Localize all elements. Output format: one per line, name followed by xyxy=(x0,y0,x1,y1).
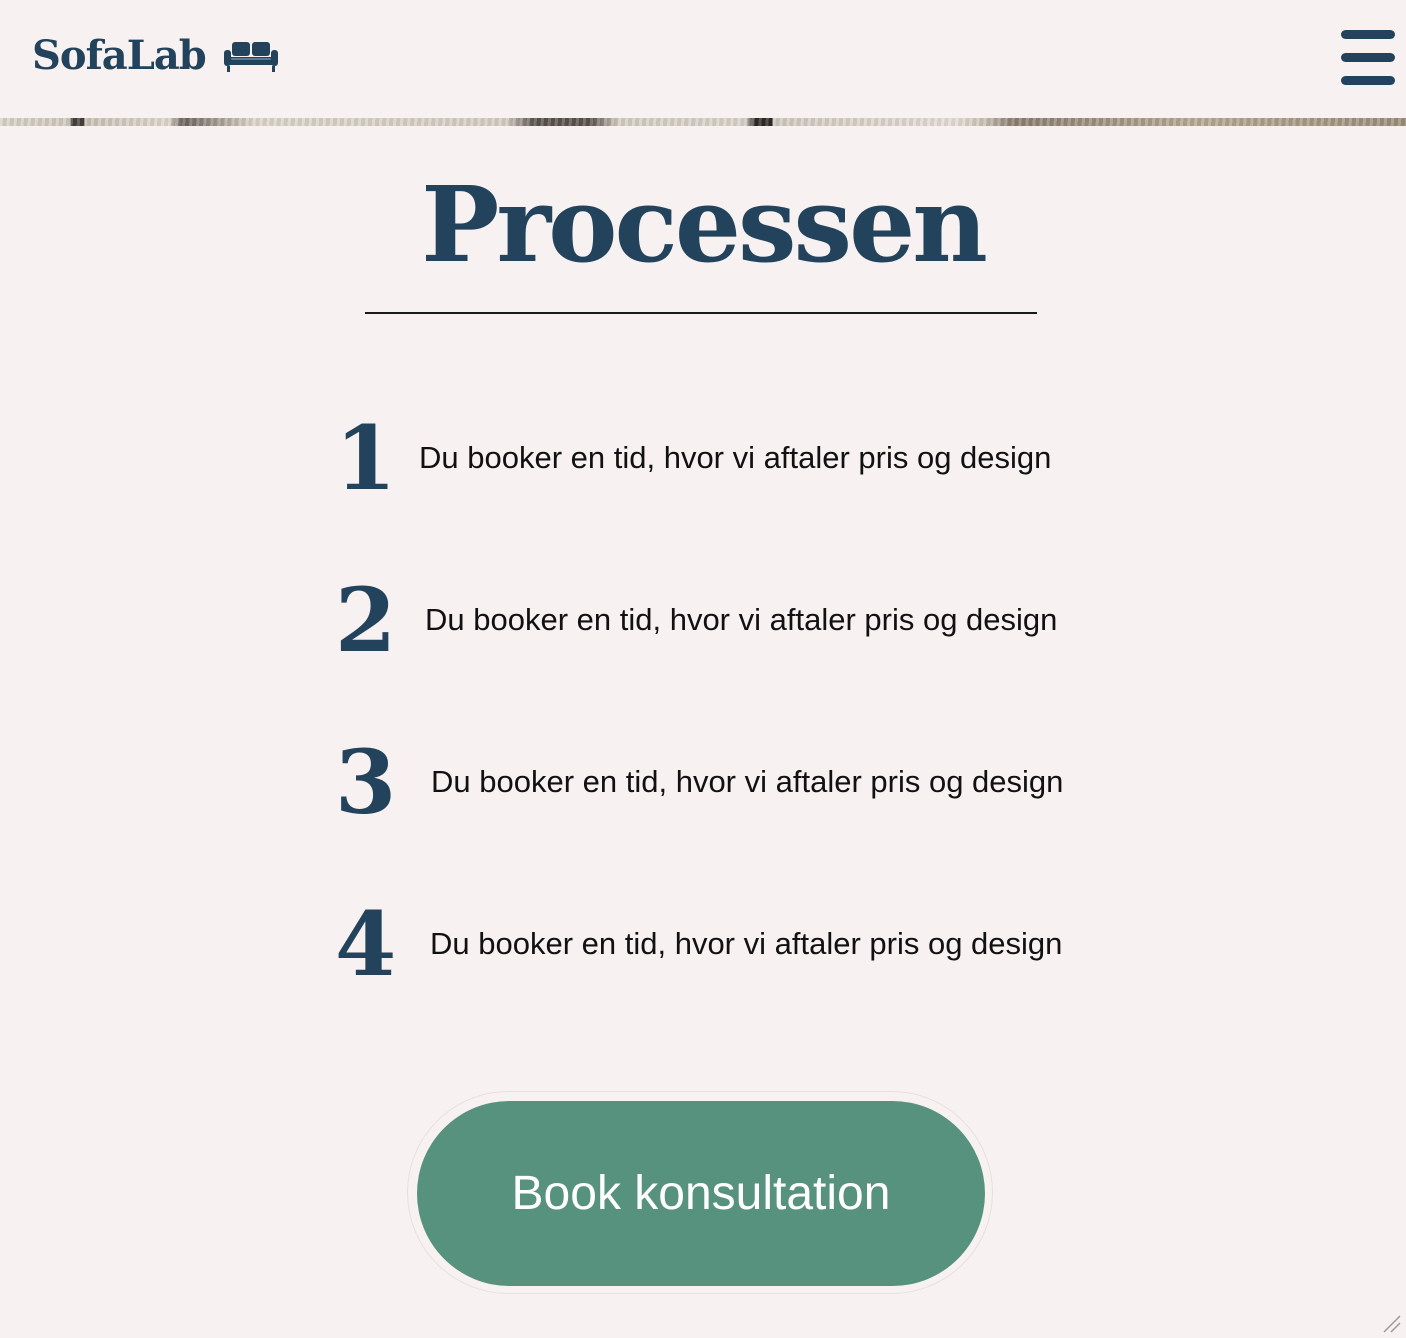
process-step: 3 Du booker en tid, hvor vi aftaler pris… xyxy=(335,732,1063,832)
step-number: 1 xyxy=(335,406,396,510)
process-step: 1 Du booker en tid, hvor vi aftaler pris… xyxy=(335,408,1051,508)
step-text: Du booker en tid, hvor vi aftaler pris o… xyxy=(431,764,1064,799)
title-divider xyxy=(365,312,1037,314)
logo-link[interactable]: SofaLab xyxy=(32,30,280,82)
step-text: Du booker en tid, hvor vi aftaler pris o… xyxy=(430,926,1063,961)
process-step: 2 Du booker en tid, hvor vi aftaler pris… xyxy=(335,570,1057,670)
site-header: SofaLab xyxy=(0,0,1406,118)
menu-bar xyxy=(1341,30,1395,39)
hamburger-menu-icon[interactable] xyxy=(1341,30,1395,86)
hero-image-strip xyxy=(0,118,1406,126)
step-number: 2 xyxy=(335,568,396,672)
menu-bar xyxy=(1341,53,1395,62)
process-step: 4 Du booker en tid, hvor vi aftaler pris… xyxy=(335,894,1062,994)
menu-bar xyxy=(1341,76,1395,85)
logo-text: SofaLab xyxy=(32,32,207,79)
step-text: Du booker en tid, hvor vi aftaler pris o… xyxy=(419,440,1052,475)
step-number: 3 xyxy=(335,730,396,834)
step-number: 4 xyxy=(335,892,396,996)
sofa-icon xyxy=(223,42,278,72)
resize-grip-icon[interactable] xyxy=(1380,1312,1402,1334)
page-title: Processen xyxy=(421,163,988,286)
step-text: Du booker en tid, hvor vi aftaler pris o… xyxy=(425,602,1058,637)
book-consultation-button[interactable]: Book konsultation xyxy=(417,1101,985,1286)
